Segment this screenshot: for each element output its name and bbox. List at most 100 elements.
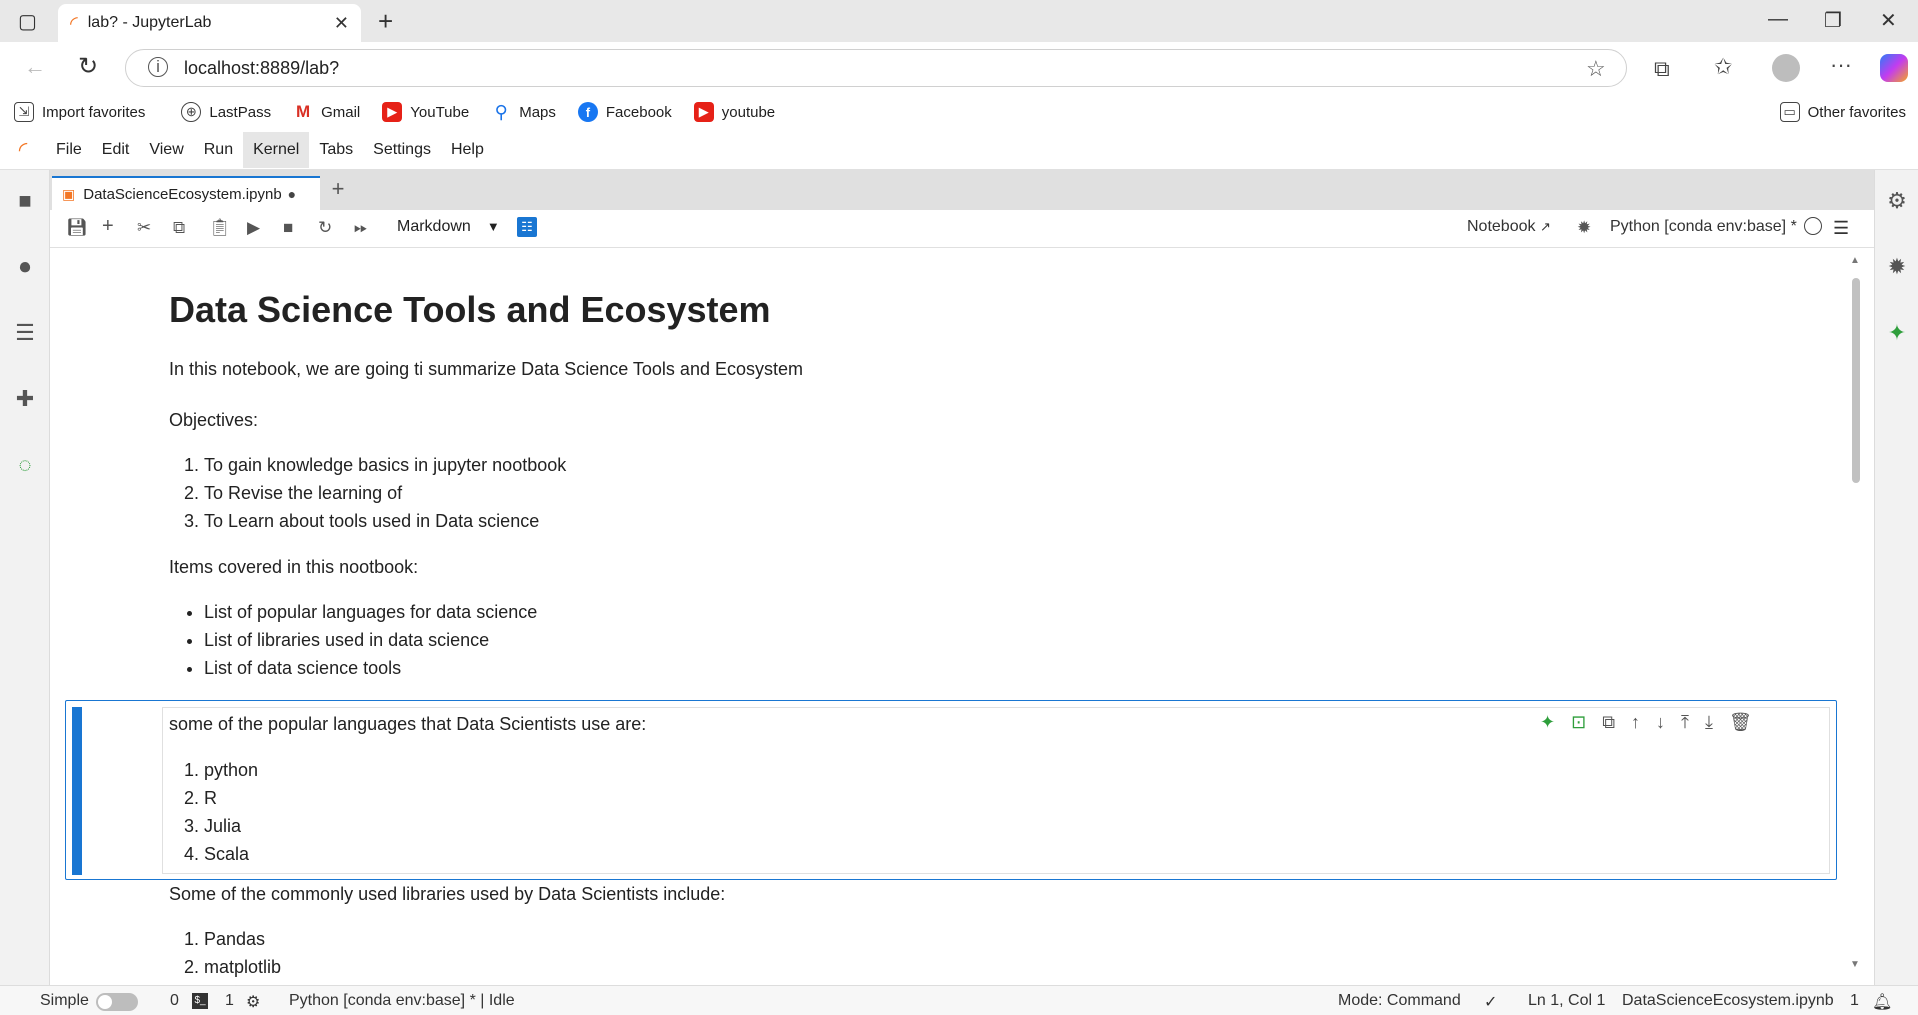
other-favorites-label: Other favorites bbox=[1807, 103, 1906, 121]
move-down-icon[interactable]: ↓ bbox=[1656, 712, 1665, 733]
toc-icon[interactable]: ☰ bbox=[12, 320, 38, 346]
debugger-toggle-icon[interactable]: ✹ bbox=[1577, 218, 1591, 238]
close-window-icon[interactable]: ✕ bbox=[1880, 8, 1897, 33]
property-inspector-icon[interactable]: ⚙ bbox=[1884, 188, 1910, 214]
stop-icon[interactable]: ■ bbox=[283, 218, 293, 238]
unsaved-dot-icon[interactable]: ● bbox=[288, 186, 296, 202]
languages-label: some of the popular languages that Data … bbox=[169, 714, 647, 734]
favorite-star-icon[interactable]: ☆ bbox=[1586, 56, 1606, 82]
jupyter-menu-bar: ◜ File Edit View Run Kernel Tabs Setting… bbox=[0, 130, 1918, 170]
copy-icon[interactable]: ⧉ bbox=[173, 218, 185, 238]
notebook-tab-title: DataScienceEcosystem.ipynb bbox=[83, 185, 282, 203]
notebook-tab[interactable]: ▣ DataScienceEcosystem.ipynb ● bbox=[52, 176, 320, 210]
cursor-position[interactable]: Ln 1, Col 1 bbox=[1528, 992, 1605, 1010]
insert-cell-icon[interactable]: + bbox=[102, 215, 114, 238]
run-icon[interactable]: ▶ bbox=[247, 218, 260, 238]
cell-type-value: Markdown bbox=[397, 218, 471, 235]
favorite-item[interactable]: ⚲ Maps bbox=[491, 102, 556, 122]
menu-kernel[interactable]: Kernel bbox=[243, 131, 310, 168]
notebook-icon: ▣ bbox=[62, 185, 76, 202]
run-all-icon[interactable]: ⏩︎ bbox=[354, 218, 368, 238]
cell-collapser[interactable] bbox=[72, 707, 82, 875]
tab-actions-icon[interactable]: ▢ bbox=[18, 9, 37, 34]
notebook-label[interactable]: Notebook ↗ bbox=[1467, 218, 1551, 236]
move-up-icon[interactable]: ↑ bbox=[1631, 712, 1640, 733]
minimize-icon[interactable]: — bbox=[1768, 8, 1788, 31]
duplicate-cell-icon[interactable]: ⧉ bbox=[1602, 712, 1615, 733]
refresh-icon[interactable]: ↻ bbox=[78, 52, 98, 81]
cell-type-select[interactable]: Markdown ▼ bbox=[397, 218, 500, 236]
objectives-list: To gain knowledge basics in jupyter noot… bbox=[169, 451, 566, 535]
favorite-item[interactable]: M Gmail bbox=[293, 102, 360, 122]
menu-hamburger-icon[interactable]: ☰ bbox=[1833, 218, 1849, 239]
favorite-label: Gmail bbox=[321, 103, 361, 121]
markdown-cell[interactable]: Data Science Tools and Ecosystem bbox=[169, 288, 771, 332]
menu-file[interactable]: File bbox=[46, 132, 92, 168]
favorite-item[interactable]: ▶ YouTube bbox=[382, 102, 469, 122]
browser-tab[interactable]: ◜ lab? - JupyterLab ✕ bbox=[58, 4, 361, 42]
terminal-count[interactable]: 0 bbox=[170, 992, 179, 1010]
restart-icon[interactable]: ↻ bbox=[318, 218, 332, 238]
profile-avatar[interactable] bbox=[1772, 54, 1800, 82]
insert-below-icon[interactable]: ⤓ bbox=[1705, 712, 1713, 733]
favorite-item[interactable]: f Facebook bbox=[577, 102, 672, 122]
debugger-icon[interactable]: ✹ bbox=[1884, 254, 1910, 280]
intro-text: In this notebook, we are going ti summar… bbox=[169, 359, 803, 379]
favorite-item[interactable]: ⇲ Import favorites bbox=[14, 102, 145, 122]
jupyter-ai-icon[interactable]: ◌ bbox=[12, 452, 38, 478]
folder-icon[interactable]: ■ bbox=[12, 188, 38, 214]
favorites-icon[interactable]: ✩ bbox=[1714, 54, 1732, 80]
extensions-icon[interactable]: ⧉ bbox=[1654, 56, 1670, 82]
ai-toolbar-icon[interactable]: ☷ bbox=[517, 217, 537, 237]
list-item: To gain knowledge basics in jupyter noot… bbox=[204, 451, 566, 479]
list-item: To Revise the learning of bbox=[204, 479, 566, 507]
terminal-icon[interactable]: $_ bbox=[192, 993, 208, 1009]
kernel-count[interactable]: 1 bbox=[225, 992, 234, 1010]
more-icon[interactable]: ··· bbox=[1830, 52, 1852, 78]
cut-icon[interactable]: ✂ bbox=[137, 218, 151, 238]
kernel-status-text[interactable]: Python [conda env:base] * | Idle bbox=[289, 992, 515, 1010]
save-icon[interactable]: 💾︎ bbox=[66, 218, 88, 238]
kernel-name[interactable]: Python [conda env:base] * bbox=[1610, 218, 1797, 236]
delete-cell-icon[interactable]: 🗑︎ bbox=[1729, 712, 1752, 733]
url-text: localhost:8889/lab? bbox=[184, 57, 340, 78]
browser-tab-strip: ▢ ◜ lab? - JupyterLab ✕ + — ❐ ✕ bbox=[0, 0, 1918, 42]
new-tab-icon[interactable]: + bbox=[378, 6, 393, 37]
simple-mode-toggle[interactable] bbox=[96, 993, 138, 1011]
menu-tabs[interactable]: Tabs bbox=[309, 132, 363, 168]
running-icon[interactable]: ⏺ bbox=[12, 254, 38, 280]
new-launcher-icon[interactable]: + bbox=[323, 176, 353, 206]
bell-icon[interactable]: 🔔︎ bbox=[1872, 992, 1892, 1012]
command-mode: Mode: Command bbox=[1338, 992, 1461, 1009]
scroll-up-icon[interactable]: ▲ bbox=[1850, 255, 1860, 266]
scrollbar-thumb[interactable] bbox=[1852, 278, 1860, 483]
ai-sparkle-icon[interactable]: ✦ bbox=[1540, 712, 1555, 733]
code-toggle-icon[interactable]: ⊡ bbox=[1571, 712, 1586, 733]
url-field[interactable]: i localhost:8889/lab? ☆ bbox=[125, 49, 1627, 87]
import-icon: ⇲ bbox=[14, 102, 34, 122]
extension-icon[interactable]: ✚ bbox=[12, 386, 38, 412]
insert-above-icon[interactable]: ⤒ bbox=[1681, 712, 1689, 733]
copilot-icon[interactable] bbox=[1880, 54, 1908, 82]
back-icon[interactable]: ← bbox=[24, 54, 46, 80]
menu-settings[interactable]: Settings bbox=[363, 132, 441, 168]
items-label: Items covered in this nootbook: bbox=[169, 557, 419, 577]
restore-icon[interactable]: ❐ bbox=[1824, 8, 1842, 33]
site-info-icon[interactable]: i bbox=[148, 57, 168, 77]
kernel-gear-icon[interactable]: ⚙ bbox=[246, 992, 260, 1012]
menu-view[interactable]: View bbox=[139, 132, 193, 168]
list-item: R bbox=[204, 784, 258, 812]
ai-sparkle-icon[interactable]: ✦ bbox=[1884, 320, 1910, 346]
menu-run[interactable]: Run bbox=[194, 132, 243, 168]
open-external-icon: ↗ bbox=[1539, 219, 1551, 234]
menu-help[interactable]: Help bbox=[441, 132, 494, 168]
favorite-item[interactable]: ⊕ LastPass bbox=[181, 102, 271, 122]
close-tab-icon[interactable]: ✕ bbox=[334, 13, 349, 34]
shield-check-icon[interactable]: ✓ bbox=[1484, 992, 1497, 1012]
other-favorites[interactable]: ▭ Other favorites bbox=[1779, 102, 1906, 122]
scroll-down-icon[interactable]: ▼ bbox=[1850, 959, 1860, 970]
paste-icon[interactable]: 📋︎ bbox=[209, 218, 231, 238]
menu-edit[interactable]: Edit bbox=[92, 132, 140, 168]
favorite-item[interactable]: ▶ youtube bbox=[693, 102, 775, 122]
youtube-icon: ▶ bbox=[693, 102, 714, 122]
